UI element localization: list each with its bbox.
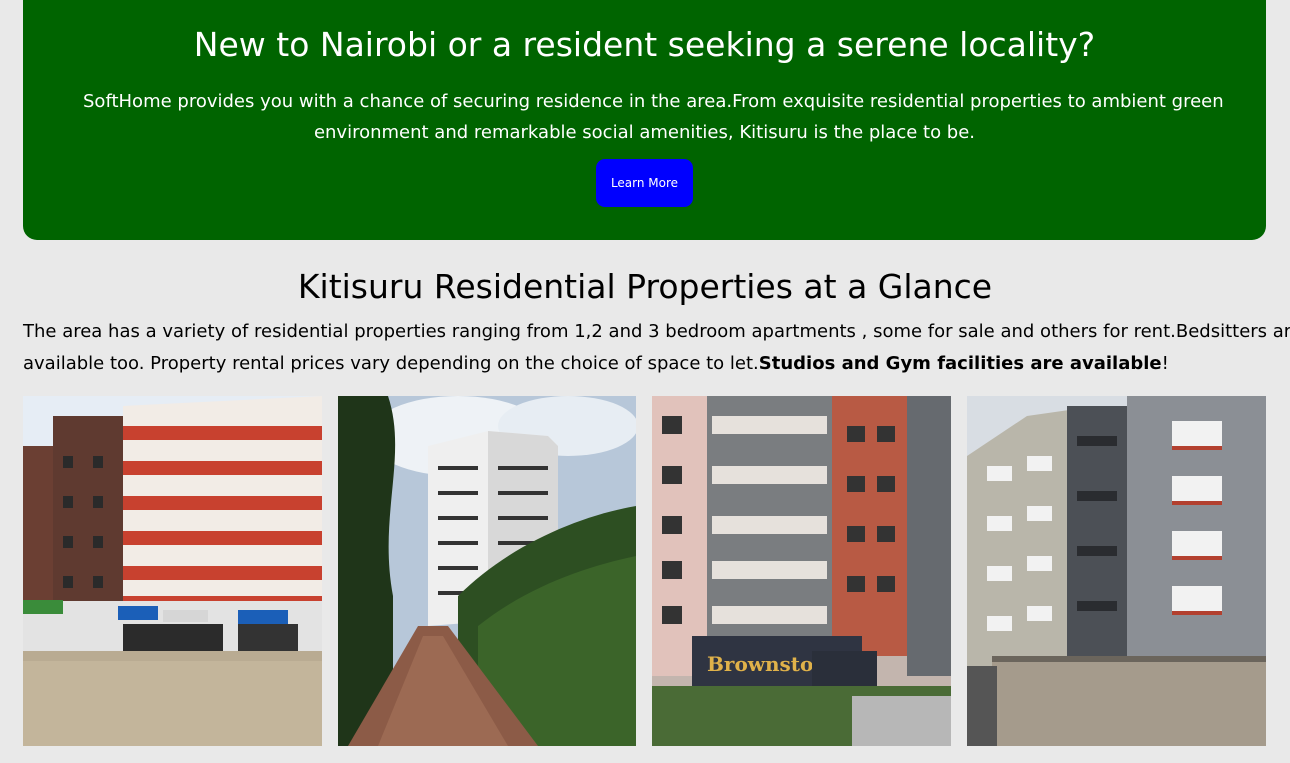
hero-banner: New to Nairobi or a resident seeking a s… bbox=[23, 0, 1266, 240]
brownston-sign: Brownston bbox=[707, 652, 828, 676]
hero-description: SoftHome provides you with a chance of s… bbox=[83, 86, 1224, 148]
property-gallery: Brownston bbox=[23, 396, 1266, 746]
properties-description-line: available too. Property rental prices va… bbox=[23, 348, 1290, 380]
description-text: available too. Property rental prices va… bbox=[23, 353, 759, 374]
hero-heading: New to Nairobi or a resident seeking a s… bbox=[193, 25, 1096, 64]
property-photo-3: Brownston bbox=[652, 396, 951, 746]
hero-description-line: SoftHome provides you with a chance of s… bbox=[83, 91, 1224, 112]
property-photo-4 bbox=[967, 396, 1266, 746]
property-photo-2 bbox=[338, 396, 637, 746]
hero-description-line: environment and remarkable social amenit… bbox=[313, 122, 976, 143]
description-highlight: Studios and Gym facilities are available bbox=[758, 353, 1162, 374]
learn-more-button[interactable]: Learn More bbox=[596, 159, 693, 207]
properties-title: Kitisuru Residential Properties at a Gla… bbox=[297, 267, 993, 306]
description-end: ! bbox=[1161, 353, 1169, 374]
properties-description-line: The area has a variety of residential pr… bbox=[23, 321, 1290, 342]
properties-description: The area has a variety of residential pr… bbox=[23, 316, 1290, 380]
property-photo-1 bbox=[23, 396, 322, 746]
